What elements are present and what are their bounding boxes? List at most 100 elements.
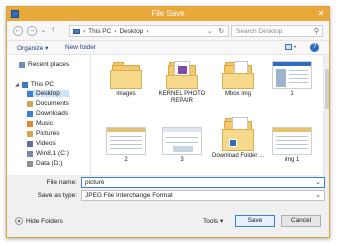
tools-button[interactable]: Tools ▾ <box>203 217 223 225</box>
help-button[interactable]: ? <box>310 43 319 52</box>
image-thumbnail-icon <box>162 127 202 155</box>
chevron-up-icon: ▲ <box>15 217 23 225</box>
nav-item-label: This PC <box>30 81 54 88</box>
nav-item-this-pc[interactable]: ◢ This PC <box>15 81 54 88</box>
nav-item-label: Downloads <box>36 110 69 117</box>
path-separator-icon: › <box>114 27 117 35</box>
nav-item-label: Recent places <box>28 61 70 68</box>
drive-icon <box>27 160 33 167</box>
new-folder-button[interactable]: New folder <box>65 44 96 51</box>
file-item-mbox-img[interactable]: Mbox img <box>210 61 266 98</box>
file-item-label: img 1 <box>284 157 300 163</box>
desktop-icon <box>27 90 33 97</box>
refresh-icon[interactable]: ↻ <box>218 27 223 35</box>
nav-item-label: Documents <box>36 100 69 107</box>
folder-icon <box>110 61 142 89</box>
expand-arrow-icon[interactable]: ◢ <box>15 82 19 88</box>
nav-item-drive-c[interactable]: Win8.1 (C:) <box>27 150 69 157</box>
nav-item-label: Music <box>36 120 53 127</box>
file-save-dialog: File Save ✕ ← → ⌄ ↑ › This PC › Desktop … <box>6 6 330 238</box>
file-item-kernel-photo-repair[interactable]: KERNEL PHOTO REPAIR <box>154 61 210 105</box>
downloads-icon <box>27 110 33 117</box>
file-name-dropdown-icon[interactable]: ⌄ <box>315 178 321 186</box>
nav-item-music[interactable]: Music <box>27 120 53 127</box>
save-as-type-label: Save as type: <box>37 192 77 199</box>
file-item-1[interactable]: 1 <box>264 61 320 98</box>
address-row: ← → ⌄ ↑ › This PC › Desktop › ⌄ ↻ Search… <box>7 21 329 41</box>
address-bar[interactable]: › This PC › Desktop › <box>69 25 229 37</box>
save-as-type-dropdown-icon[interactable]: ⌄ <box>315 191 321 199</box>
address-dropdown-icon[interactable]: ⌄ <box>207 27 212 35</box>
title-bar: File Save ✕ <box>7 7 329 21</box>
save-as-type-value: JPEG File Interchange Format <box>85 192 173 199</box>
hide-folders-label: Hide Folders <box>26 217 63 225</box>
image-thumbnail-icon <box>272 127 312 155</box>
file-name-label: File name: <box>46 179 77 186</box>
file-name-input[interactable]: picture ⌄ <box>81 177 325 188</box>
address-controls: ⌄ ↻ <box>207 25 224 37</box>
window-title: File Save <box>151 9 185 18</box>
folder-with-document-icon <box>166 61 198 89</box>
nav-item-downloads[interactable]: Downloads <box>27 110 68 117</box>
image-thumbnail-icon <box>272 61 312 89</box>
file-item-label: 3 <box>180 157 184 163</box>
file-list: images KERNEL PHOTO REPAIR Mbox img 1 2 … <box>92 55 329 175</box>
file-item-download-folder[interactable]: Download Folder ... <box>210 117 266 160</box>
navigation-pane: Recent places ◢ This PC Desktop Document… <box>7 55 91 175</box>
nav-item-videos[interactable]: Videos <box>27 140 56 147</box>
close-icon[interactable]: ✕ <box>316 9 326 19</box>
back-button[interactable]: ← <box>13 26 23 36</box>
recent-places-icon <box>19 61 25 68</box>
file-item-label: Download Folder ... <box>211 153 265 159</box>
nav-item-label: Data (D:) <box>36 160 63 167</box>
browser-area: Recent places ◢ This PC Desktop Document… <box>7 55 329 175</box>
nav-item-label: Desktop <box>36 90 60 97</box>
view-options-icon[interactable] <box>285 43 297 52</box>
tools-label: Tools <box>203 218 219 225</box>
save-button[interactable]: Save <box>235 215 275 227</box>
search-icon[interactable]: ⚲ <box>314 27 319 35</box>
file-item-3[interactable]: 3 <box>154 127 210 164</box>
folder-shortcut-icon <box>222 117 254 151</box>
music-icon <box>27 120 33 127</box>
nav-item-desktop[interactable]: Desktop <box>27 90 69 97</box>
recent-locations-chevron-icon[interactable]: ⌄ <box>41 27 46 34</box>
save-as-type-select[interactable]: JPEG File Interchange Format ⌄ <box>81 190 325 201</box>
nav-item-documents[interactable]: Documents <box>27 100 69 107</box>
file-name-value: picture <box>85 179 105 186</box>
nav-item-label: Win8.1 (C:) <box>36 150 69 157</box>
nav-item-recent-places[interactable]: Recent places <box>19 61 69 68</box>
image-thumbnail-icon <box>106 127 146 155</box>
scrollbar-thumb[interactable] <box>325 69 329 109</box>
documents-icon <box>27 100 33 107</box>
file-item-images[interactable]: images <box>98 61 154 98</box>
nav-item-drive-d[interactable]: Data (D:) <box>27 160 62 167</box>
nav-item-pictures[interactable]: Pictures <box>27 130 59 137</box>
breadcrumb-desktop[interactable]: Desktop <box>119 28 143 35</box>
path-separator-icon: › <box>146 27 149 35</box>
file-item-img-1[interactable]: img 1 <box>264 127 320 164</box>
cancel-button[interactable]: Cancel <box>281 215 321 227</box>
shortcut-arrow-icon <box>229 139 237 147</box>
breadcrumb-this-pc[interactable]: This PC <box>88 28 111 35</box>
folder-icon <box>222 61 254 89</box>
nav-item-label: Pictures <box>36 130 60 137</box>
file-item-2[interactable]: 2 <box>98 127 154 164</box>
nav-item-label: Videos <box>36 140 56 147</box>
vertical-scrollbar[interactable] <box>323 55 329 175</box>
forward-button[interactable]: → <box>27 26 37 36</box>
drive-icon <box>27 150 33 157</box>
search-placeholder: Search Desktop <box>236 28 283 35</box>
organize-button[interactable]: Organize ▾ <box>17 44 48 52</box>
hide-folders-button[interactable]: ▲ Hide Folders <box>15 217 63 225</box>
file-item-label: images <box>116 91 136 97</box>
up-button[interactable]: ↑ <box>51 25 55 34</box>
save-options: File name: picture ⌄ Save as type: JPEG … <box>7 175 329 237</box>
file-item-label: Mbox img <box>224 91 251 97</box>
path-separator-icon: › <box>83 27 86 35</box>
search-input[interactable]: Search Desktop ⚲ <box>231 25 323 37</box>
file-item-label: KERNEL PHOTO REPAIR <box>158 91 206 104</box>
file-item-label: 1 <box>290 91 294 97</box>
pictures-icon <box>27 130 33 137</box>
file-item-label: 2 <box>124 157 128 163</box>
